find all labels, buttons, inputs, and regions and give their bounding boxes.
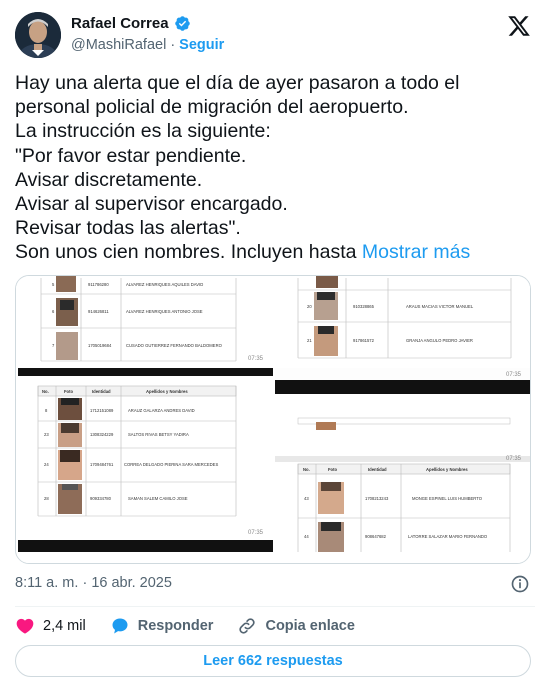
- follow-button[interactable]: Seguir: [179, 37, 224, 53]
- tweet-line: La instrucción es la siguiente:: [15, 120, 271, 143]
- panel4-row2-id: 908647682: [365, 534, 387, 539]
- panel3-row1-name: ARAUZ GALARZA ANDRES DAVID: [128, 408, 195, 413]
- panel1-row2-name: ALVAREZ HENRIQUES ANTONIO JOSE: [126, 309, 203, 314]
- panel2-row2-name: GRANJA ANGULO PEDRO JAVIER: [406, 338, 473, 343]
- panel3-row2-id: 1308324229: [90, 432, 114, 437]
- author-avatar[interactable]: [15, 12, 61, 58]
- panel3-row3-id: 1709484761: [90, 462, 114, 467]
- panel4-header-photo: Foto: [328, 467, 338, 472]
- speech-bubble-icon: [112, 618, 128, 634]
- panel3-row3-name: CORREA DELGADO PIERINA SARA MERCEDES: [124, 462, 218, 467]
- panel1-row3-name: CUSADO GUTIERREZ FERNANDO BALDOMERO: [126, 343, 223, 348]
- reply-button[interactable]: Responder: [110, 616, 214, 636]
- author-handle[interactable]: @MashiRafael: [71, 37, 166, 53]
- heart-icon: [16, 618, 34, 634]
- tweet-media[interactable]: 5 911786280 ALVAREZ HENRIQUES AQUILES DA…: [15, 275, 531, 564]
- divider: [15, 606, 535, 607]
- tweet-timestamp[interactable]: 8:11 a. m. · 16 abr. 2025: [15, 575, 172, 591]
- panel3-header-name: Apellidos y Nombres: [146, 389, 188, 394]
- panel2-row2-id: 917861572: [353, 338, 375, 343]
- panel1-timestamp: 07:35: [248, 356, 264, 362]
- panel2-row1-name: ARAUS MACIAS VICTOR MANUEL: [406, 304, 474, 309]
- panel3-row2-num: 23: [44, 432, 49, 437]
- link-icon: [239, 618, 256, 634]
- panel4-row1-num: 43: [304, 496, 309, 501]
- timestamp-separator: ·: [82, 575, 88, 591]
- media-panel-4: 07:35 No. Foto Identidad Apellidos y Nom…: [275, 394, 530, 552]
- panel4-timestamp-top: 07:35: [506, 456, 522, 462]
- panel1-row1-name: ALVAREZ HENRIQUES AQUILES DAVID: [126, 282, 203, 287]
- x-logo-icon[interactable]: [507, 14, 531, 38]
- panel3-row4-id: 909334780: [90, 496, 112, 501]
- panel4-row2-num: 44: [304, 534, 309, 539]
- author-display-name[interactable]: Rafael Correa: [71, 15, 169, 32]
- panel3-row3-num: 24: [44, 462, 49, 467]
- tweet-card: Rafael Correa @MashiRafael · Seguir Hay …: [0, 0, 550, 696]
- read-replies-button[interactable]: Leer 662 respuestas: [15, 645, 531, 677]
- panel3-row4-name: SAMAN SALEM CAMILO JOSE: [128, 496, 188, 501]
- panel4-row1-id: 1708213243: [365, 496, 389, 501]
- panel2-row1-id: 910328865: [353, 304, 375, 309]
- panel4-row2-name: LATORRE SALAZAR MARIO FERNANDO: [408, 534, 488, 539]
- panel1-row2-id: 914626811: [88, 309, 109, 314]
- tweet-line: Hay una alerta que el día de ayer pasaro…: [15, 72, 460, 94]
- panel3-timestamp: 07:35: [248, 530, 264, 536]
- media-panel-2: 20 910328865 ARAUS MACIAS VICTOR MANUEL …: [275, 276, 530, 394]
- tweet-line: personal policial de migración del aerop…: [15, 96, 409, 119]
- panel1-row1-id: 911786280: [88, 282, 109, 287]
- show-more-link[interactable]: Mostrar más: [362, 241, 470, 263]
- tweet-line: Avisar al supervisor encargado.: [15, 193, 288, 216]
- tweet-line: Revisar todas las alertas".: [15, 217, 241, 240]
- panel3-row2-name: SALTOS RIVAS BETSY YADIRA: [128, 432, 189, 437]
- tweet-header: Rafael Correa @MashiRafael · Seguir: [15, 12, 535, 60]
- panel2-row2-num: 21: [307, 338, 312, 343]
- copy-link-button[interactable]: Copia enlace: [237, 616, 355, 636]
- panel4-row1-name: MONGE ESPINEL LUIS HUMBERTO: [412, 496, 483, 501]
- panel3-row1-id: 1712151089: [90, 408, 114, 413]
- info-icon[interactable]: [510, 574, 530, 594]
- tweet-last-line: Son unos cien nombres. Incluyen hasta Mo…: [15, 240, 535, 264]
- media-panel-3: No. Foto Identidad Apellidos y Nombres 8…: [18, 376, 273, 552]
- likes-count: 2,4 mil: [43, 618, 86, 634]
- panel4-header-id: Identidad: [368, 467, 387, 472]
- tweet-time: 8:11 a. m.: [15, 575, 79, 591]
- tweet-line: "Por favor estar pendiente.: [15, 144, 247, 167]
- panel3-header-photo: Foto: [64, 389, 74, 394]
- panel1-row3-id: 1705019684: [88, 343, 112, 348]
- handle-separator: ·: [170, 37, 176, 53]
- tweet-text: Hay una alerta que el día de ayer pasaro…: [15, 71, 535, 265]
- reply-label: Responder: [137, 618, 214, 634]
- panel3-row4-num: 28: [44, 496, 49, 501]
- panel4-header-name: Apellidos y Nombres: [426, 467, 468, 472]
- copy-link-label: Copia enlace: [265, 618, 355, 634]
- like-button[interactable]: 2,4 mil: [15, 616, 86, 636]
- name-row: Rafael Correa: [71, 15, 191, 32]
- panel2-timestamp: 07:35: [506, 372, 522, 378]
- media-panel-1: 5 911786280 ALVAREZ HENRIQUES AQUILES DA…: [18, 276, 273, 376]
- action-bar: 2,4 mil Responder Copia enlace: [15, 612, 379, 640]
- verified-badge-icon: [174, 16, 190, 31]
- tweet-date: 16 abr. 2025: [91, 575, 172, 591]
- panel3-header-no: No.: [42, 389, 49, 394]
- tweet-line: Son unos cien nombres. Incluyen hasta: [15, 241, 357, 264]
- panel2-row1-num: 20: [307, 304, 312, 309]
- handle-row: @MashiRafael · Seguir: [71, 37, 224, 53]
- panel3-header-id: Identidad: [92, 389, 111, 394]
- tweet-line: Avisar discretamente.: [15, 168, 203, 191]
- panel4-header-no: No.: [303, 467, 310, 472]
